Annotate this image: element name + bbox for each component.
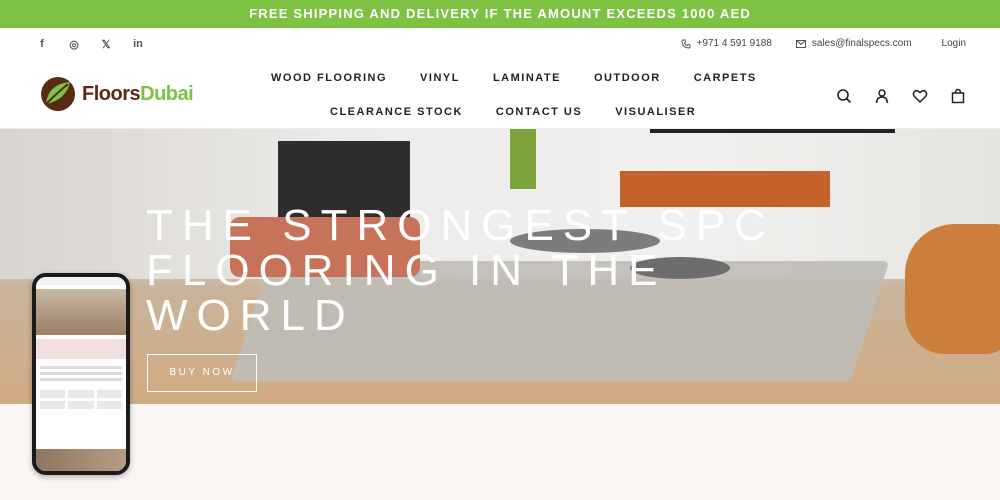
phone-link[interactable]: +971 4 591 9188 xyxy=(681,38,772,49)
nav-laminate[interactable]: LAMINATE xyxy=(493,72,561,84)
search-icon[interactable] xyxy=(836,88,852,104)
nav-row-2: CLEARANCE STOCK CONTACT US VISUALISER xyxy=(330,106,696,118)
nav-row-1: WOOD FLOORING VINYL LAMINATE OUTDOOR CAR… xyxy=(271,72,757,84)
login-link[interactable]: Login xyxy=(942,38,966,49)
login-label: Login xyxy=(941,38,966,49)
email-address: sales@finalspecs.com xyxy=(811,38,912,49)
nav-visualiser[interactable]: VISUALISER xyxy=(615,106,696,118)
top-bar: f ◎ 𝕏 in +971 4 591 9188 sales@finalspec… xyxy=(0,28,1000,62)
header-icons xyxy=(836,88,966,104)
account-icon[interactable] xyxy=(874,88,890,104)
logo-part-floors: Floors xyxy=(82,82,141,105)
hero-tv xyxy=(650,129,895,133)
nav-vinyl[interactable]: VINYL xyxy=(420,72,460,84)
linkedin-icon[interactable]: in xyxy=(132,38,144,51)
cart-bag-icon[interactable] xyxy=(950,88,966,104)
phone-hero-image xyxy=(36,289,126,335)
instagram-icon[interactable]: ◎ xyxy=(68,38,80,51)
phone-bottom-image xyxy=(36,449,126,471)
email-link[interactable]: sales@finalspecs.com xyxy=(795,38,912,49)
contact-info: +971 4 591 9188 sales@finalspecs.com Log… xyxy=(681,38,966,49)
logo-part-dubai: Dubai xyxy=(140,82,194,105)
promo-banner: FREE SHIPPING AND DELIVERY IF THE AMOUNT… xyxy=(0,0,1000,28)
hero-title: THE STRONGEST SPC FLOORING IN THE WORLD xyxy=(146,201,775,340)
nav-contact-us[interactable]: CONTACT US xyxy=(496,106,582,118)
nav-clearance-stock[interactable]: CLEARANCE STOCK xyxy=(330,106,463,118)
wishlist-heart-icon[interactable] xyxy=(912,88,928,104)
nav-wood-flooring[interactable]: WOOD FLOORING xyxy=(271,72,387,84)
nav-outdoor[interactable]: OUTDOOR xyxy=(594,72,661,84)
phone-text-lines xyxy=(36,359,126,388)
leaf-logo-icon xyxy=(41,77,75,111)
logo-wordmark: FloorsDubai xyxy=(82,82,194,106)
social-links: f ◎ 𝕏 in xyxy=(36,38,144,51)
phone-product-grid xyxy=(36,388,126,411)
phone-mockup xyxy=(32,273,130,475)
x-twitter-icon[interactable]: 𝕏 xyxy=(100,38,112,51)
hero-banner: THE STRONGEST SPC FLOORING IN THE WORLD … xyxy=(0,129,1000,404)
phone-pink-band xyxy=(36,339,126,359)
hero-armchair xyxy=(905,224,1000,354)
site-logo[interactable]: FloorsDubai xyxy=(38,74,194,114)
phone-header xyxy=(36,277,126,285)
buy-now-button[interactable]: BUY NOW xyxy=(147,354,257,392)
mail-icon xyxy=(795,39,806,48)
site-header: FloorsDubai WOOD FLOORING VINYL LAMINATE… xyxy=(0,62,1000,129)
hero-green-panel xyxy=(510,129,536,189)
facebook-icon[interactable]: f xyxy=(36,38,48,51)
promo-text: FREE SHIPPING AND DELIVERY IF THE AMOUNT… xyxy=(249,6,751,21)
phone-icon xyxy=(681,39,690,48)
nav-carpets[interactable]: CARPETS xyxy=(694,72,757,84)
phone-number: +971 4 591 9188 xyxy=(696,38,772,49)
